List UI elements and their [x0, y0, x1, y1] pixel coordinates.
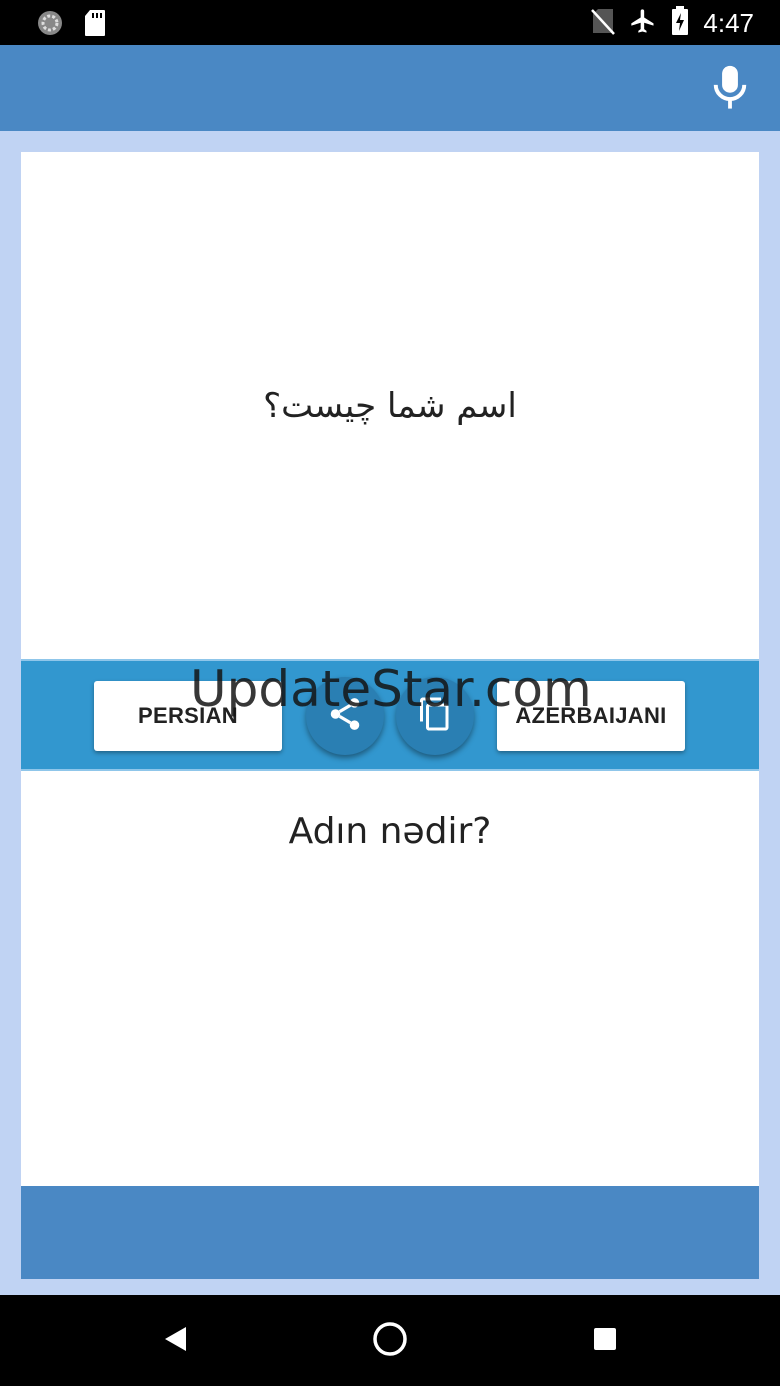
- sd-card-icon: [84, 9, 106, 41]
- airplane-mode-icon: [629, 7, 657, 39]
- share-button[interactable]: [306, 677, 384, 755]
- home-icon: [371, 1320, 409, 1362]
- status-bar: 4:47: [0, 0, 780, 45]
- language-bar: PERSIAN AZERBAIJANI: [21, 659, 759, 771]
- copy-icon: [417, 696, 453, 736]
- battery-charging-icon: [671, 6, 689, 40]
- back-icon: [162, 1325, 188, 1357]
- navigation-bar: [0, 1295, 780, 1386]
- screen: 4:47 اسم شما چیست؟ PERSIAN AZERBAIJANI A…: [0, 0, 780, 1386]
- recents-button[interactable]: [585, 1321, 625, 1361]
- no-sim-icon: [591, 7, 616, 39]
- recents-icon: [592, 1326, 618, 1356]
- status-time: 4:47: [703, 8, 754, 38]
- target-language-button[interactable]: AZERBAIJANI: [497, 681, 685, 751]
- share-icon: [326, 695, 364, 737]
- target-text: Adın nədir?: [288, 811, 492, 852]
- bottom-banner: [21, 1186, 759, 1279]
- target-text-panel[interactable]: Adın nədir?: [21, 771, 759, 1186]
- microphone-icon: [711, 64, 749, 116]
- back-button[interactable]: [155, 1321, 195, 1361]
- source-language-button[interactable]: PERSIAN: [94, 681, 282, 751]
- content-area: اسم شما چیست؟ PERSIAN AZERBAIJANI Adın n…: [0, 131, 780, 1295]
- microphone-button[interactable]: [710, 65, 750, 115]
- copy-button[interactable]: [396, 677, 474, 755]
- home-button[interactable]: [370, 1321, 410, 1361]
- app-bar: [0, 45, 780, 131]
- source-text: اسم شما چیست؟: [263, 385, 517, 426]
- loading-icon: [36, 9, 64, 41]
- source-text-panel[interactable]: اسم شما چیست؟: [21, 152, 759, 659]
